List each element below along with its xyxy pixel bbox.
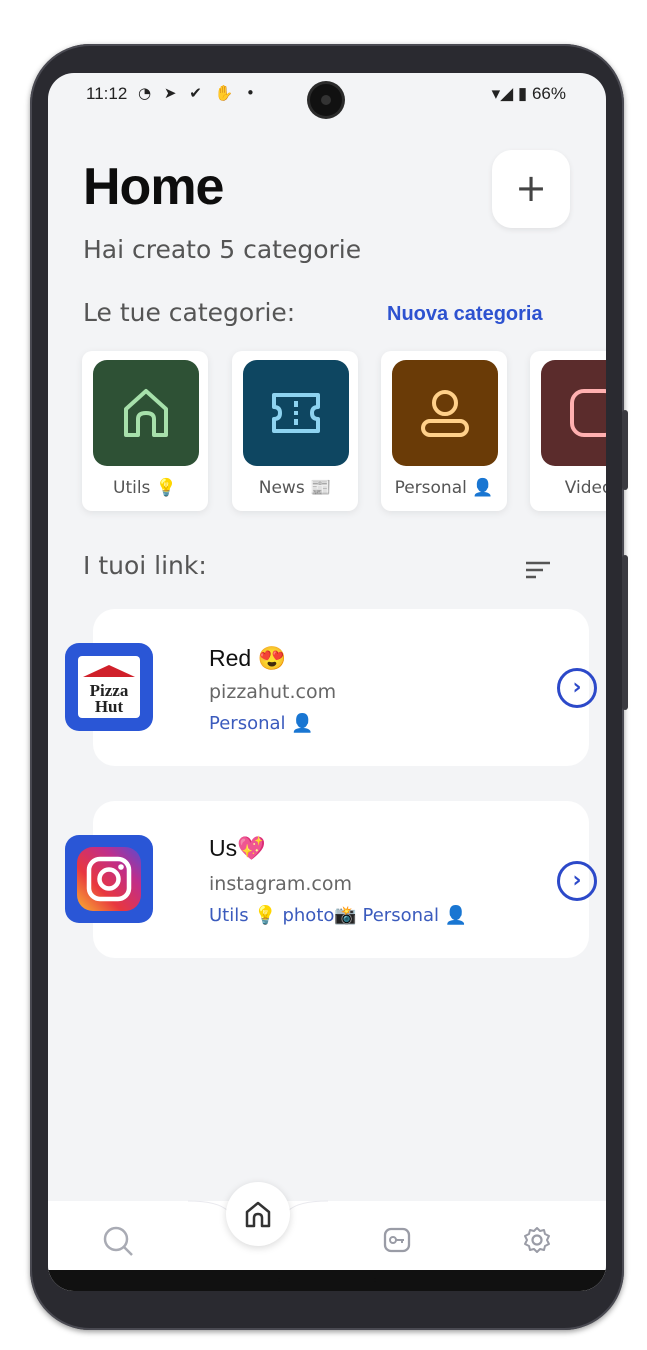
status-right: ▾◢ ▮ 66% bbox=[491, 84, 566, 103]
category-label: News 📰 bbox=[258, 478, 332, 498]
category-card-personal[interactable]: Personal 👤 bbox=[381, 351, 507, 511]
person-icon bbox=[421, 390, 469, 437]
power-button bbox=[622, 410, 628, 490]
link-name: Red 😍 bbox=[209, 645, 287, 671]
category-tile bbox=[93, 360, 199, 466]
ticket-icon bbox=[272, 393, 320, 433]
link-url: pizzahut.com bbox=[209, 681, 337, 703]
key-icon[interactable] bbox=[382, 1225, 412, 1255]
screen: 11:12 ◔ ➤ ✔ ✋ • ▾◢ ▮ 66% Home Hai creato… bbox=[48, 73, 606, 1291]
gesture-handle[interactable] bbox=[278, 1278, 376, 1282]
category-label: Personal 👤 bbox=[394, 478, 494, 498]
search-icon[interactable] bbox=[102, 1225, 136, 1259]
pizzahut-logo-graphic: Pizza Hut bbox=[78, 656, 140, 718]
volume-button bbox=[622, 555, 628, 710]
new-category-link[interactable]: Nuova categoria bbox=[387, 303, 543, 326]
instagram-logo bbox=[65, 835, 153, 923]
link-name: Us💖 bbox=[209, 835, 266, 861]
category-card-utils[interactable]: Utils 💡 bbox=[82, 351, 208, 511]
open-link-button[interactable]: › bbox=[557, 861, 597, 901]
notification-icons: ◔ ➤ ✔ ✋ • bbox=[138, 84, 259, 102]
square-icon bbox=[570, 389, 606, 437]
home-icon bbox=[245, 1201, 271, 1228]
camera-cutout bbox=[310, 84, 342, 116]
category-label: Utils 💡 bbox=[113, 478, 177, 498]
link-tags: Utils 💡 photo📸 Personal 👤 bbox=[209, 905, 468, 926]
status-time: 11:12 bbox=[86, 84, 128, 103]
category-card-news[interactable]: News 📰 bbox=[232, 351, 358, 511]
category-tile bbox=[541, 360, 606, 466]
link-tags: Personal 👤 bbox=[209, 713, 314, 734]
home-icon bbox=[124, 389, 168, 437]
category-label: Videos bbox=[564, 478, 606, 498]
pizzahut-logo: Pizza Hut bbox=[65, 643, 153, 731]
open-link-button[interactable]: › bbox=[557, 668, 597, 708]
category-tile bbox=[392, 360, 498, 466]
links-heading: I tuoi link: bbox=[83, 551, 207, 580]
gear-icon[interactable] bbox=[522, 1225, 552, 1255]
link-card[interactable]: Red 😍 pizzahut.com Personal 👤 › bbox=[93, 609, 597, 766]
categories-heading: Le tue categorie: bbox=[83, 298, 296, 327]
home-nav-button[interactable] bbox=[226, 1182, 290, 1246]
link-url: instagram.com bbox=[209, 873, 352, 895]
page-title: Home bbox=[83, 158, 224, 216]
hut-word: Hut bbox=[95, 697, 124, 716]
category-tile bbox=[243, 360, 349, 466]
add-button[interactable]: + bbox=[492, 150, 570, 228]
instagram-logo-graphic bbox=[77, 847, 141, 911]
page-subtitle: Hai creato 5 categorie bbox=[83, 235, 362, 264]
category-card-videos[interactable]: Videos bbox=[530, 351, 606, 511]
link-card[interactable]: Us💖 instagram.com Utils 💡 photo📸 Persona… bbox=[93, 801, 597, 958]
sort-icon[interactable] bbox=[524, 558, 552, 582]
